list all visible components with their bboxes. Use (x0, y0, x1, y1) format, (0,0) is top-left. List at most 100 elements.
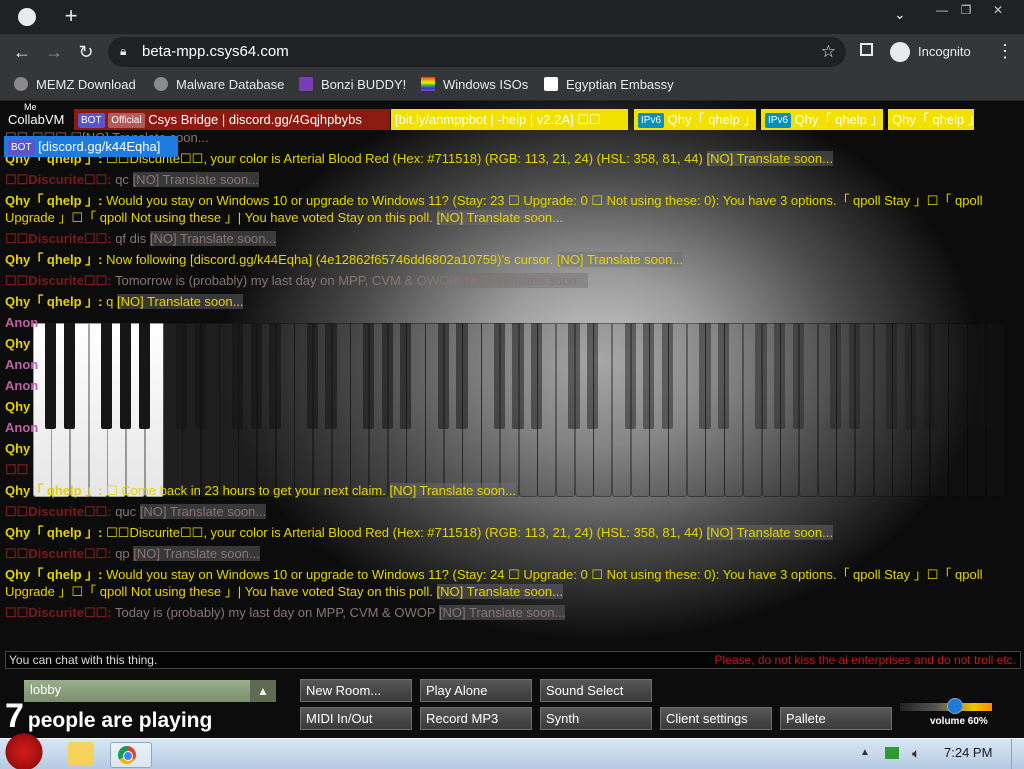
chat-message: Qhy (5, 398, 1019, 415)
explorer-icon[interactable] (68, 742, 94, 766)
address-bar[interactable]: 🔒︎ beta-mpp.csys64.com ☆ (108, 37, 846, 67)
chat-author: Anon (5, 357, 39, 372)
chat-message: ☐☐Discurite☐☐: quc [NO] Translate soon..… (5, 503, 1019, 520)
participant-qhy-1[interactable]: IPv6 Qhy「 qhelp 」 (634, 109, 757, 130)
play-alone-button[interactable]: Play Alone (420, 679, 532, 702)
chat-text: qc (115, 172, 129, 187)
chat-message: ☐☐ (5, 461, 1019, 478)
chat-author: Qhy「 qhelp 」: (5, 525, 103, 540)
chat-text: ☐☐Discurite☐☐, your color is Arterial Bl… (106, 525, 703, 540)
chat-text: qf dis (115, 231, 147, 246)
chat-message: Qhy (5, 440, 1019, 457)
chat-input[interactable]: You can chat with this thing. Please, do… (5, 651, 1021, 669)
bookmark-windows-isos[interactable]: Windows ISOs (421, 77, 528, 93)
ipv6-tag: IPv6 (638, 113, 665, 128)
volume-label: volume 60% (930, 716, 988, 727)
bookmark-label: MEMZ Download (36, 77, 136, 92)
show-desktop-button[interactable] (1011, 739, 1024, 769)
participant-csys-bridge[interactable]: BOT Official Csys Bridge | discord.gg/4G… (74, 109, 390, 130)
midi-button[interactable]: MIDI In/Out (300, 707, 412, 730)
ipv6-tag: IPv6 (765, 113, 792, 128)
volume-knob[interactable] (946, 698, 963, 714)
chat-message: Qhy「 qhelp 」: q [NO] Translate soon... (5, 293, 1019, 310)
volume-slider[interactable]: volume 60% (898, 696, 996, 732)
chat-author: Qhy (5, 399, 31, 414)
player-count-number: 7 (5, 697, 24, 735)
bookmark-label: Malware Database (176, 77, 285, 92)
participant-qhy-3[interactable]: Qhy「 qhelp 」 (888, 109, 981, 130)
incognito-icon[interactable] (890, 42, 910, 62)
chat-message: Anon (5, 419, 1019, 436)
bot-tag: BOT (8, 140, 35, 155)
chat-author: Anon (5, 378, 39, 393)
sound-select-button[interactable]: Sound Select (540, 679, 652, 702)
reload-icon[interactable]: ↻ (74, 40, 98, 64)
network-icon[interactable] (885, 747, 899, 759)
browser-toolbar: ← → ↻ 🔒︎ beta-mpp.csys64.com ☆ Incognito… (0, 34, 1024, 70)
chat-warning: Please, do not kiss the ai enterprises a… (714, 653, 1016, 667)
url-text[interactable]: beta-mpp.csys64.com (142, 43, 289, 60)
chat-author: Qhy「 qhelp 」: (5, 294, 103, 309)
tab-favicon-icon[interactable] (18, 8, 36, 26)
bookmark-malware-database[interactable]: Malware Database (154, 77, 284, 93)
forward-arrow-icon[interactable]: → (42, 40, 66, 64)
synth-button[interactable]: Synth (540, 707, 652, 730)
bookmark-star-icon[interactable]: ☆ (821, 42, 836, 62)
new-tab-button[interactable]: + (60, 4, 82, 28)
translate-note: [NO] Translate soon... (706, 525, 833, 540)
volume-track[interactable] (900, 703, 992, 711)
chat-text: Tomorrow is (probably) my last day on MP… (114, 273, 458, 288)
participant-discord-bot[interactable]: BOT [discord.gg/k44Eqha] (4, 136, 178, 157)
participant-collabvm[interactable]: Me CollabVM (4, 102, 74, 130)
bookmark-bonzi-buddy[interactable]: Bonzi BUDDY! (299, 77, 406, 93)
chat-text: Today is (probably) my last day on MPP, … (114, 605, 436, 620)
record-mp3-button[interactable]: Record MP3 (420, 707, 532, 730)
incognito-label[interactable]: Incognito (918, 44, 971, 59)
translate-note: [NO] Translate soon... (461, 273, 588, 288)
participant-anmppbot[interactable]: [bit.ly/anmppbot | -help | v2.2A] ☐☐ (391, 109, 628, 130)
clock[interactable]: 7:24 PM (944, 745, 992, 760)
participant-name: Qhy「 qhelp 」 (667, 112, 757, 127)
chat-message: ☐☐Discurite☐☐: qp [NO] Translate soon... (5, 545, 1019, 562)
participant-qhy-2[interactable]: IPv6 Qhy「 qhelp 」 (761, 109, 884, 130)
chrome-center-icon (123, 751, 133, 761)
chrome-taskbar-button[interactable] (110, 742, 152, 768)
bookmark-egyptian-embassy[interactable]: Egyptian Embassy (544, 77, 674, 93)
rainbow-flag-icon (421, 77, 435, 91)
participant-name: Csys Bridge | discord.gg/4Gqjhpbybs (148, 112, 362, 127)
back-arrow-icon[interactable]: ← (10, 40, 34, 64)
lock-icon[interactable]: 🔒︎ (120, 44, 126, 59)
speaker-icon[interactable]: 🔈︎ (912, 745, 920, 762)
chat-text: q (106, 294, 114, 309)
chat-message: Qhy「 qhelp 」: Now following [discord.gg/… (5, 251, 1019, 268)
participant-name: [discord.gg/k44Eqha] (38, 139, 161, 154)
room-dropdown-arrow-icon[interactable]: ▲ (250, 680, 276, 702)
participant-name: [bit.ly/anmppbot | -help | v2.2A] ☐☐ (395, 112, 601, 127)
translate-note: [NO] Translate soon... (706, 151, 833, 166)
chat-author: Anon (5, 315, 39, 330)
chat-author: ☐☐Discurite☐☐: (5, 273, 112, 288)
taskbar: ▲ 🔈︎ 7:24 PM (0, 731, 1024, 769)
tray-expand-icon[interactable]: ▲ (860, 747, 870, 758)
chat-message: ☐☐Discurite☐☐: qc [NO] Translate soon... (5, 171, 1019, 188)
restore-button[interactable]: ❐ (952, 2, 980, 18)
chat-message: Qhy (5, 335, 1019, 352)
pallete-button[interactable]: Pallete (780, 707, 892, 730)
mpp-page: ☐☐ ☐☐☐ ☐[NO] Translate soon...Qhy「 qhelp… (0, 101, 1024, 738)
start-button-angry-bird-icon[interactable] (2, 731, 46, 769)
bookmark-memz[interactable]: MEMZ Download (14, 77, 136, 93)
close-window-button[interactable]: ✕ (984, 2, 1012, 18)
chat-text: ☐ Come back in 23 hours to get your next… (106, 483, 386, 498)
player-count-label: people are playing (27, 709, 213, 732)
translate-note: [NO] Translate soon... (436, 584, 563, 599)
browser-menu-icon[interactable]: ⋮ (996, 41, 1014, 62)
chat-message: ☐☐Discurite☐☐: Today is (probably) my la… (5, 604, 1019, 621)
chat-placeholder: You can chat with this thing. (9, 653, 158, 667)
chat-text: qp (115, 546, 130, 561)
new-room-button[interactable]: New Room... (300, 679, 412, 702)
side-panel-icon[interactable] (860, 43, 873, 56)
tab-search-button[interactable]: ⌄ (894, 6, 906, 23)
chat-author: Qhy「 qhelp 」: (5, 483, 103, 498)
client-settings-button[interactable]: Client settings (660, 707, 772, 730)
chat-log: ☐☐ ☐☐☐ ☐[NO] Translate soon...Qhy「 qhelp… (5, 129, 1019, 625)
